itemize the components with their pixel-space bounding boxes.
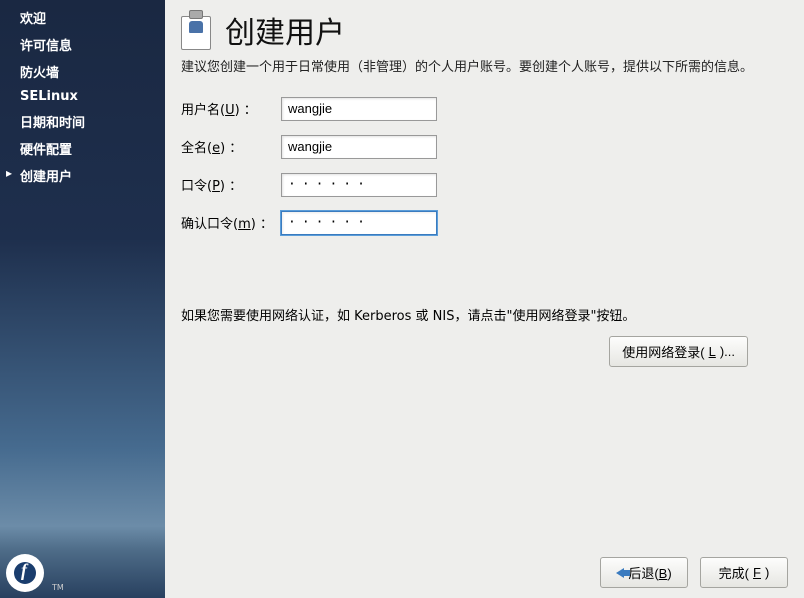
- description-text: 建议您创建一个用于日常使用（非管理）的个人用户账号。要创建个人账号，提供以下所需…: [181, 58, 788, 79]
- arrow-left-icon: [616, 568, 624, 578]
- sidebar: 欢迎 许可信息 防火墙 SELinux 日期和时间 硬件配置 创建用户 TM: [0, 0, 165, 598]
- label-confirm: 确认口令(m) ：: [181, 213, 281, 232]
- main-panel: 创建用户 建议您创建一个用于日常使用（非管理）的个人用户账号。要创建个人账号，提…: [165, 0, 804, 598]
- password-input[interactable]: [281, 173, 437, 197]
- username-input[interactable]: [281, 97, 437, 121]
- network-login-button[interactable]: 使用网络登录(L)...: [609, 336, 748, 367]
- fedora-logo: TM: [6, 554, 44, 592]
- user-badge-icon: [181, 10, 215, 50]
- page-title: 创建用户: [225, 8, 345, 52]
- footer-buttons: 后退(B) 完成(F): [600, 557, 788, 588]
- label-fullname: 全名(e) ：: [181, 137, 281, 156]
- sidebar-item-welcome[interactable]: 欢迎: [0, 4, 165, 31]
- row-password: 口令(P) ：: [181, 173, 788, 197]
- row-username: 用户名(U) ：: [181, 97, 788, 121]
- sidebar-item-license[interactable]: 许可信息: [0, 31, 165, 58]
- row-fullname: 全名(e) ：: [181, 135, 788, 159]
- title-row: 创建用户: [181, 8, 788, 52]
- sidebar-item-create-user[interactable]: 创建用户: [0, 162, 165, 189]
- row-confirm: 确认口令(m) ：: [181, 211, 788, 235]
- sidebar-item-datetime[interactable]: 日期和时间: [0, 108, 165, 135]
- sidebar-item-firewall[interactable]: 防火墙: [0, 58, 165, 85]
- back-button[interactable]: 后退(B): [600, 557, 688, 588]
- fullname-input[interactable]: [281, 135, 437, 159]
- label-username: 用户名(U) ：: [181, 99, 281, 118]
- sidebar-item-selinux[interactable]: SELinux: [0, 85, 165, 108]
- confirm-password-input[interactable]: [281, 211, 437, 235]
- sidebar-item-hardware[interactable]: 硬件配置: [0, 135, 165, 162]
- finish-button[interactable]: 完成(F): [700, 557, 788, 588]
- label-password: 口令(P) ：: [181, 175, 281, 194]
- network-hint-text: 如果您需要使用网络认证，如 Kerberos 或 NIS，请点击"使用网络登录"…: [181, 305, 788, 324]
